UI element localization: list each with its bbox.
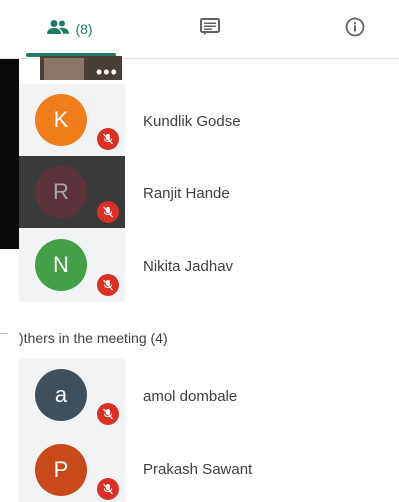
tab-chat[interactable]	[175, 0, 245, 58]
mic-off-icon	[97, 274, 119, 296]
participant-name: Ranjit Hande	[143, 185, 230, 202]
avatar-initial: N	[53, 252, 69, 277]
avatar-initial: K	[53, 107, 69, 132]
avatar: N	[35, 239, 87, 291]
participant-name: Nikita Jadhav	[143, 258, 234, 275]
mic-off-icon	[97, 403, 119, 425]
participant-name: amol dombale	[143, 388, 238, 405]
people-icon	[47, 19, 70, 40]
section-title: )thers in the meeting (4)	[19, 330, 168, 346]
mic-off-icon	[97, 478, 119, 500]
chat-icon	[200, 17, 220, 41]
participant-name: Prakash Sawant	[143, 461, 253, 478]
more-icon[interactable]: •••	[96, 62, 118, 83]
avatar: P	[35, 444, 87, 496]
avatar-initial: R	[53, 179, 69, 204]
mic-off-icon	[97, 128, 119, 150]
avatar: a	[35, 369, 87, 421]
avatar: R	[35, 166, 87, 218]
tab-people[interactable]: (8)	[20, 0, 120, 58]
avatar-initial: P	[53, 457, 69, 482]
people-count: (8)	[75, 21, 93, 37]
mic-off-icon	[97, 201, 119, 223]
tabs-bar: (8)	[0, 0, 399, 59]
avatar: K	[35, 94, 87, 146]
participant-name: Kundlik Godse	[143, 113, 241, 130]
avatar-initial: a	[54, 382, 68, 407]
video-strip	[0, 56, 19, 249]
tab-info[interactable]	[320, 0, 390, 58]
divider	[0, 333, 8, 334]
info-icon	[345, 17, 365, 42]
